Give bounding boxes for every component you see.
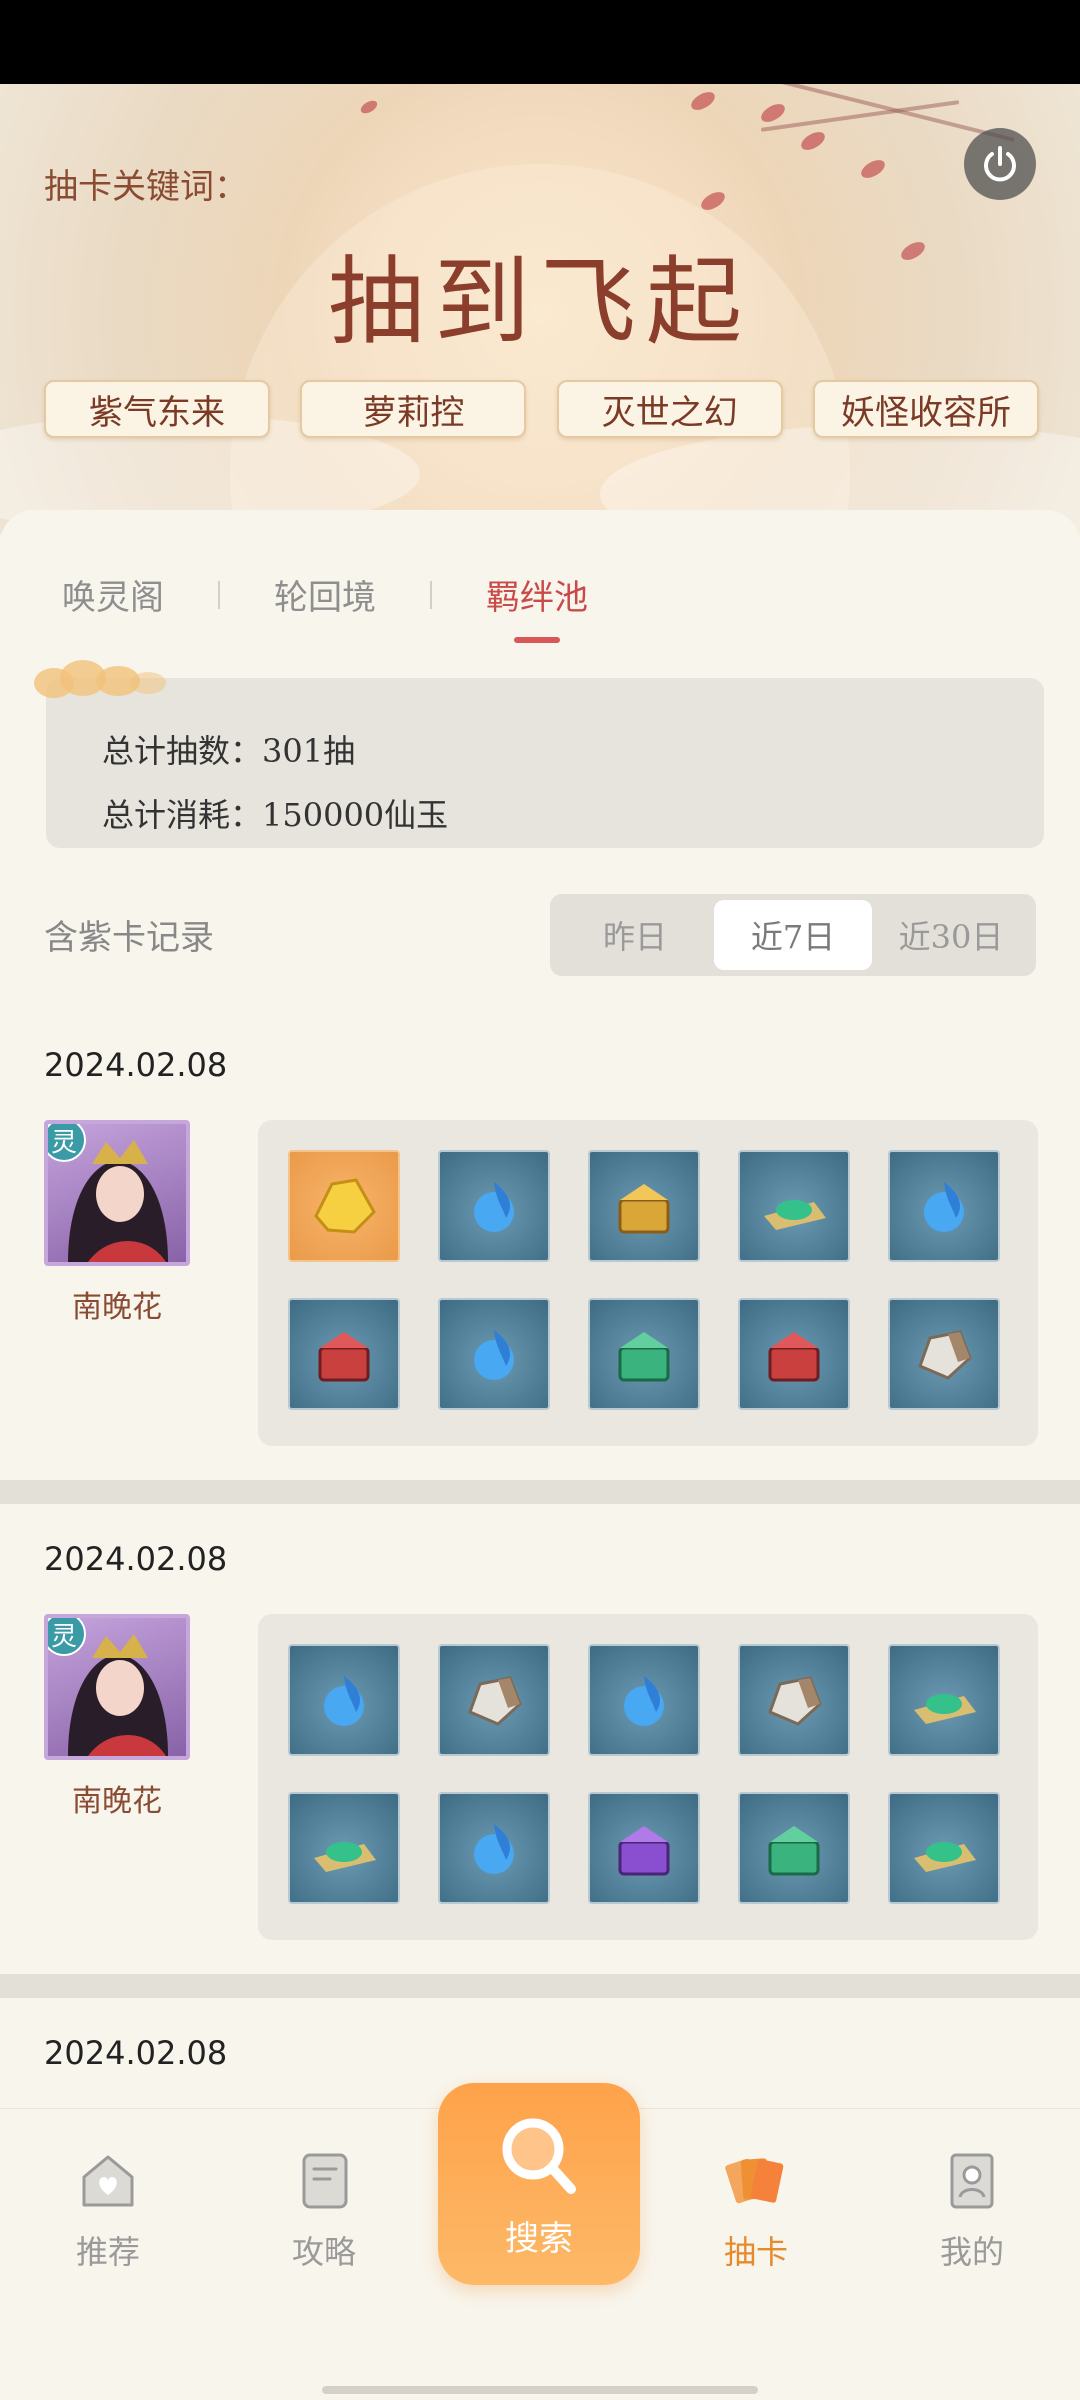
blue-flame-icon bbox=[474, 1182, 514, 1232]
pool-tabs: 唤灵阁 轮回境 羁绊池 bbox=[62, 570, 588, 643]
reward-item[interactable] bbox=[888, 1644, 1000, 1756]
stone-icon bbox=[768, 1676, 822, 1726]
tab-lunhuijing[interactable]: 轮回境 bbox=[274, 570, 376, 619]
blue-flame-icon bbox=[324, 1676, 364, 1726]
record-date: 2024.02.08 bbox=[44, 1540, 228, 1578]
record-divider bbox=[0, 1974, 1080, 1998]
bottom-navigation: 推荐 攻略 搜索 抽卡 我的 bbox=[0, 2083, 1080, 2400]
tab-divider bbox=[218, 580, 220, 609]
character-avatar[interactable]: 灵 bbox=[44, 1614, 190, 1760]
nav-label: 抽卡 bbox=[723, 2233, 788, 2271]
search-icon bbox=[502, 2118, 576, 2194]
cards-icon bbox=[725, 2158, 784, 2204]
book-icon bbox=[302, 2153, 348, 2209]
nav-guide[interactable]: 攻略 bbox=[254, 2149, 394, 2273]
nav-profile[interactable]: 我的 bbox=[902, 2149, 1042, 2273]
reward-item[interactable] bbox=[438, 1792, 550, 1904]
total-cost: 总计消耗：150000仙玉 bbox=[102, 796, 449, 834]
reward-item[interactable] bbox=[588, 1792, 700, 1904]
nav-draw[interactable]: 抽卡 bbox=[686, 2149, 826, 2273]
item-grid bbox=[258, 1614, 1038, 1940]
keyword-tag[interactable]: 紫气东来 bbox=[44, 380, 270, 438]
blue-flame-icon bbox=[474, 1824, 514, 1874]
purple-chest-icon bbox=[618, 1826, 670, 1876]
keyword-tags: 紫气东来 萝莉控 灭世之幻 妖怪收容所 bbox=[44, 380, 1039, 438]
record-divider bbox=[0, 1480, 1080, 1504]
jade-scroll-icon bbox=[914, 1842, 976, 1872]
reward-item[interactable] bbox=[288, 1792, 400, 1904]
reward-item[interactable] bbox=[588, 1644, 700, 1756]
hero-title: 抽到飞起 bbox=[328, 246, 752, 358]
character-avatar[interactable]: 灵 bbox=[44, 1120, 190, 1266]
reward-item[interactable] bbox=[738, 1298, 850, 1410]
golden-chest-icon bbox=[618, 1184, 670, 1234]
blue-flame-icon bbox=[924, 1182, 964, 1232]
stone-icon bbox=[468, 1676, 522, 1726]
gold-ingot-icon bbox=[314, 1178, 376, 1234]
hero-banner: 抽卡关键词： 抽到飞起 紫气东来 萝莉控 灭世之幻 妖怪收容所 bbox=[0, 84, 1080, 534]
range-yesterday[interactable]: 昨日 bbox=[556, 900, 714, 970]
reward-item[interactable] bbox=[738, 1150, 850, 1262]
tab-divider bbox=[430, 580, 432, 609]
keyword-tag[interactable]: 萝莉控 bbox=[300, 380, 527, 438]
tab-huanlingge[interactable]: 唤灵阁 bbox=[62, 570, 164, 619]
reward-item[interactable] bbox=[288, 1150, 400, 1262]
reward-item[interactable] bbox=[888, 1298, 1000, 1410]
nav-search[interactable]: 搜索 bbox=[438, 2083, 640, 2285]
character-name: 南晚花 bbox=[72, 1784, 162, 1819]
reward-item[interactable] bbox=[438, 1644, 550, 1756]
blue-flame-icon bbox=[624, 1676, 664, 1726]
profile-icon bbox=[950, 2153, 994, 2209]
nav-label: 推荐 bbox=[75, 2233, 140, 2271]
nav-label: 攻略 bbox=[291, 2233, 356, 2271]
tab-jibanchi[interactable]: 羁绊池 bbox=[486, 570, 588, 643]
blue-flame-icon bbox=[474, 1330, 514, 1380]
reward-item[interactable] bbox=[888, 1792, 1000, 1904]
red-chest-icon bbox=[768, 1332, 820, 1382]
power-button[interactable] bbox=[964, 128, 1036, 200]
power-icon bbox=[984, 146, 1016, 182]
home-indicator[interactable] bbox=[322, 2386, 758, 2394]
reward-item[interactable] bbox=[588, 1298, 700, 1410]
reward-item[interactable] bbox=[288, 1644, 400, 1756]
reward-item[interactable] bbox=[288, 1298, 400, 1410]
draw-record: 2024.02.08 灵 南晚花 bbox=[0, 1504, 1080, 1984]
total-draws: 总计抽数：301抽 bbox=[102, 732, 356, 770]
keyword-tag[interactable]: 妖怪收容所 bbox=[812, 380, 1039, 438]
status-bar bbox=[0, 0, 1080, 84]
record-date: 2024.02.08 bbox=[44, 1046, 228, 1084]
range-7-days[interactable]: 近7日 bbox=[714, 900, 872, 970]
nav-label: 搜索 bbox=[505, 2218, 573, 2259]
filter-label: 含紫卡记录 bbox=[44, 918, 214, 958]
green-chest-icon bbox=[768, 1826, 820, 1876]
reward-item[interactable] bbox=[738, 1792, 850, 1904]
date-range-selector: 昨日 近7日 近30日 bbox=[550, 894, 1036, 976]
reward-item[interactable] bbox=[888, 1150, 1000, 1262]
reward-item[interactable] bbox=[438, 1298, 550, 1410]
character-name: 南晚花 bbox=[72, 1290, 162, 1325]
jade-scroll-icon bbox=[914, 1694, 976, 1724]
blossom-decoration bbox=[30, 660, 210, 730]
jade-scroll-icon bbox=[764, 1200, 826, 1230]
keyword-label: 抽卡关键词： bbox=[44, 167, 248, 207]
red-chest-icon bbox=[318, 1332, 370, 1382]
nav-label: 我的 bbox=[939, 2233, 1004, 2271]
reward-item[interactable] bbox=[738, 1644, 850, 1756]
green-chest-icon bbox=[618, 1332, 670, 1382]
range-30-days[interactable]: 近30日 bbox=[872, 900, 1030, 970]
keyword-tag[interactable]: 灭世之幻 bbox=[556, 380, 783, 438]
item-grid bbox=[258, 1120, 1038, 1446]
reward-item[interactable] bbox=[438, 1150, 550, 1262]
draw-record: 2024.02.08 灵 南晚花 bbox=[0, 1010, 1080, 1490]
record-date: 2024.02.08 bbox=[44, 2034, 228, 2072]
jade-scroll-icon bbox=[314, 1842, 376, 1872]
nav-recommend[interactable]: 推荐 bbox=[38, 2149, 178, 2273]
home-heart-icon bbox=[82, 2155, 134, 2207]
reward-item[interactable] bbox=[588, 1150, 700, 1262]
stone-icon bbox=[918, 1330, 972, 1380]
